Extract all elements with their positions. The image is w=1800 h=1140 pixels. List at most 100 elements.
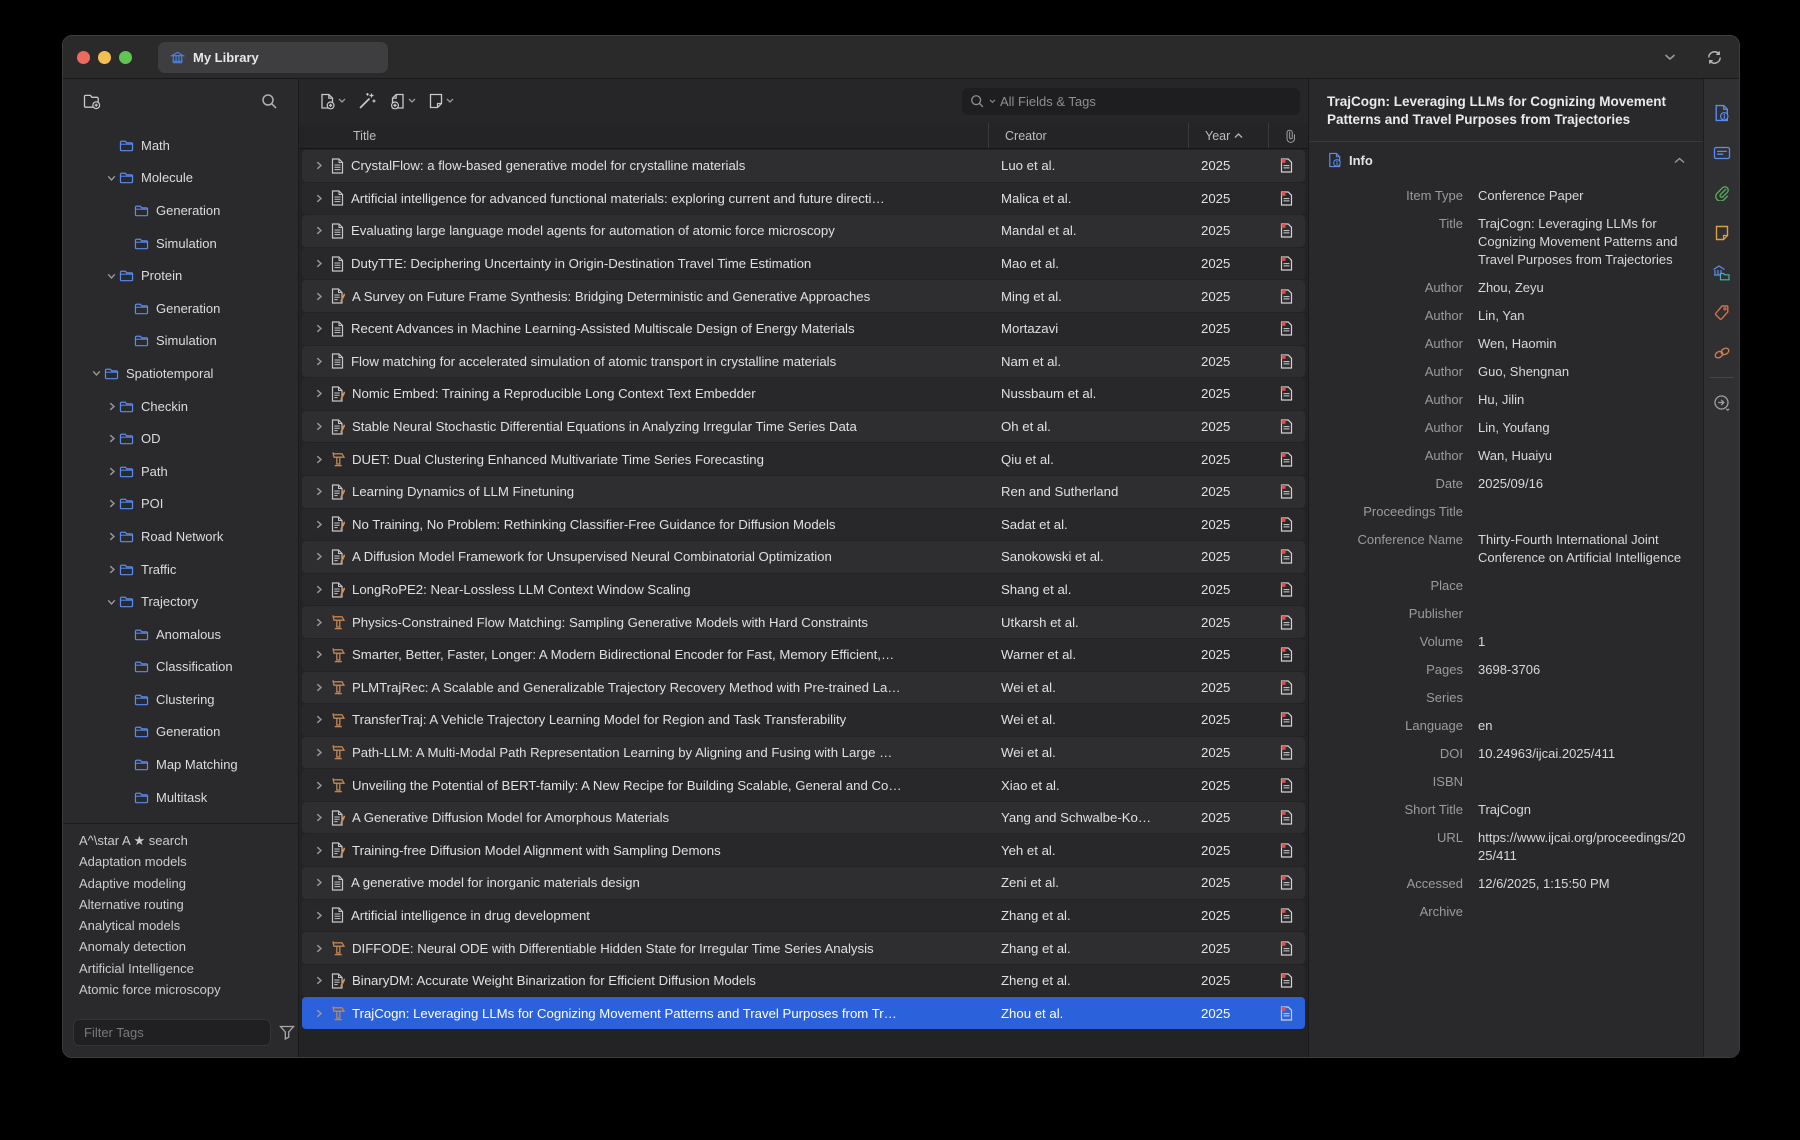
table-row[interactable]: Recent Advances in Machine Learning-Assi… <box>302 313 1305 345</box>
row-expand-chevron-icon[interactable] <box>314 813 324 822</box>
filter-tags-input[interactable] <box>73 1019 271 1046</box>
table-row[interactable]: Nomic Embed: Training a Reproducible Lon… <box>302 378 1305 410</box>
chevron-right-icon[interactable] <box>104 402 119 411</box>
row-expand-chevron-icon[interactable] <box>314 715 324 724</box>
collection-checkin[interactable]: Checkin <box>63 390 298 423</box>
table-row[interactable]: DutyTTE: Deciphering Uncertainty in Orig… <box>302 248 1305 280</box>
tag-alternative-routing[interactable]: Alternative routing <box>79 894 298 915</box>
collapse-section-chevron-icon[interactable] <box>1674 157 1685 164</box>
row-expand-chevron-icon[interactable] <box>314 976 324 985</box>
tab-overview-button[interactable] <box>1655 44 1685 70</box>
pdf-attachment-icon[interactable] <box>1280 647 1293 662</box>
locate-icon[interactable] <box>1707 383 1737 422</box>
field-value[interactable] <box>1478 503 1687 521</box>
chevron-right-icon[interactable] <box>104 467 119 476</box>
pdf-attachment-icon[interactable] <box>1280 223 1293 238</box>
row-expand-chevron-icon[interactable] <box>314 650 324 659</box>
field-value[interactable]: 3698-3706 <box>1478 661 1687 679</box>
column-header-year[interactable]: Year <box>1188 123 1268 148</box>
chevron-right-icon[interactable] <box>104 532 119 541</box>
add-attachment-button[interactable] <box>385 91 420 112</box>
minimize-window-button[interactable] <box>98 51 111 64</box>
row-expand-chevron-icon[interactable] <box>314 585 324 594</box>
chevron-right-icon[interactable] <box>104 499 119 508</box>
field-value[interactable]: Hu, Jilin <box>1478 391 1687 409</box>
row-expand-chevron-icon[interactable] <box>314 748 324 757</box>
search-input[interactable] <box>1000 94 1292 109</box>
field-value[interactable] <box>1478 577 1687 595</box>
collection-map-matching[interactable]: Map Matching <box>63 748 298 781</box>
pdf-attachment-icon[interactable] <box>1280 582 1293 597</box>
quick-search-field[interactable] <box>962 88 1300 115</box>
collection-traffic[interactable]: Traffic <box>63 553 298 586</box>
collection-simulation[interactable]: Simulation <box>63 325 298 358</box>
pdf-attachment-icon[interactable] <box>1280 191 1293 206</box>
table-row[interactable]: BinaryDM: Accurate Weight Binarization f… <box>302 965 1305 997</box>
pdf-attachment-icon[interactable] <box>1280 256 1293 271</box>
table-row[interactable]: A generative model for inorganic materia… <box>302 867 1305 899</box>
row-expand-chevron-icon[interactable] <box>314 455 324 464</box>
row-expand-chevron-icon[interactable] <box>314 422 324 431</box>
field-value[interactable]: 2025/09/16 <box>1478 475 1687 493</box>
field-value[interactable]: 1 <box>1478 633 1687 651</box>
chevron-down-icon[interactable] <box>104 272 119 280</box>
collection-search-icon[interactable] <box>254 87 284 115</box>
notes-icon[interactable] <box>1707 213 1737 252</box>
row-expand-chevron-icon[interactable] <box>314 846 324 855</box>
row-expand-chevron-icon[interactable] <box>314 878 324 887</box>
chevron-down-icon[interactable] <box>104 598 119 606</box>
collection-road-network[interactable]: Road Network <box>63 520 298 553</box>
table-row[interactable]: A Diffusion Model Framework for Unsuperv… <box>302 541 1305 573</box>
collection-generation[interactable]: Generation <box>63 716 298 749</box>
field-value[interactable]: 12/6/2025, 1:15:50 PM <box>1478 875 1687 893</box>
tag-adaptive-modeling[interactable]: Adaptive modeling <box>79 873 298 894</box>
pdf-attachment-icon[interactable] <box>1280 843 1293 858</box>
abstract-icon[interactable] <box>1707 133 1737 172</box>
table-row[interactable]: TrajCogn: Leveraging LLMs for Cognizing … <box>302 997 1305 1029</box>
tag-filter-funnel-icon[interactable] <box>279 1025 295 1040</box>
pdf-attachment-icon[interactable] <box>1280 745 1293 760</box>
collection-multitask[interactable]: Multitask <box>63 781 298 814</box>
row-expand-chevron-icon[interactable] <box>314 1009 324 1018</box>
table-row[interactable]: TransferTraj: A Vehicle Trajectory Learn… <box>302 704 1305 736</box>
sync-button[interactable] <box>1699 44 1729 70</box>
item-info-icon[interactable] <box>1707 93 1737 132</box>
new-note-button[interactable] <box>424 91 458 111</box>
table-row[interactable]: Flow matching for accelerated simulation… <box>302 346 1305 378</box>
pdf-attachment-icon[interactable] <box>1280 158 1293 173</box>
pdf-attachment-icon[interactable] <box>1280 517 1293 532</box>
pdf-attachment-icon[interactable] <box>1280 712 1293 727</box>
chevron-down-icon[interactable] <box>89 369 104 377</box>
close-window-button[interactable] <box>77 51 90 64</box>
table-row[interactable]: A Generative Diffusion Model for Amorpho… <box>302 802 1305 834</box>
add-by-identifier-button[interactable] <box>354 90 381 112</box>
field-value[interactable]: en <box>1478 717 1687 735</box>
collection-od[interactable]: OD <box>63 422 298 455</box>
library-tab[interactable]: My Library <box>158 42 388 73</box>
chevron-right-icon[interactable] <box>104 434 119 443</box>
collection-spatiotemporal[interactable]: Spatiotemporal <box>63 357 298 390</box>
pdf-attachment-icon[interactable] <box>1280 452 1293 467</box>
table-row[interactable]: Evaluating large language model agents f… <box>302 215 1305 247</box>
tag-adaptation-models[interactable]: Adaptation models <box>79 851 298 872</box>
field-value[interactable]: Wen, Haomin <box>1478 335 1687 353</box>
table-row[interactable]: LongRoPE2: Near-Lossless LLM Context Win… <box>302 574 1305 606</box>
tag-a-star-a-search[interactable]: A^\star A ★ search <box>79 830 298 851</box>
pdf-attachment-icon[interactable] <box>1280 680 1293 695</box>
row-expand-chevron-icon[interactable] <box>314 226 324 235</box>
table-row[interactable]: DIFFODE: Neural ODE with Differentiable … <box>302 932 1305 964</box>
row-expand-chevron-icon[interactable] <box>314 520 324 529</box>
collection-poi[interactable]: POI <box>63 488 298 521</box>
collection-clustering[interactable]: Clustering <box>63 683 298 716</box>
field-value[interactable]: https://www.ijcai.org/proceedings/2025/4… <box>1478 829 1687 865</box>
pdf-attachment-icon[interactable] <box>1280 289 1293 304</box>
field-value[interactable] <box>1478 689 1687 707</box>
tag-analytical-models[interactable]: Analytical models <box>79 915 298 936</box>
row-expand-chevron-icon[interactable] <box>314 324 324 333</box>
field-value[interactable]: Wan, Huaiyu <box>1478 447 1687 465</box>
pdf-attachment-icon[interactable] <box>1280 321 1293 336</box>
new-item-button[interactable] <box>315 91 350 112</box>
info-section-header[interactable]: Info <box>1325 142 1687 178</box>
row-expand-chevron-icon[interactable] <box>314 487 324 496</box>
pdf-attachment-icon[interactable] <box>1280 484 1293 499</box>
